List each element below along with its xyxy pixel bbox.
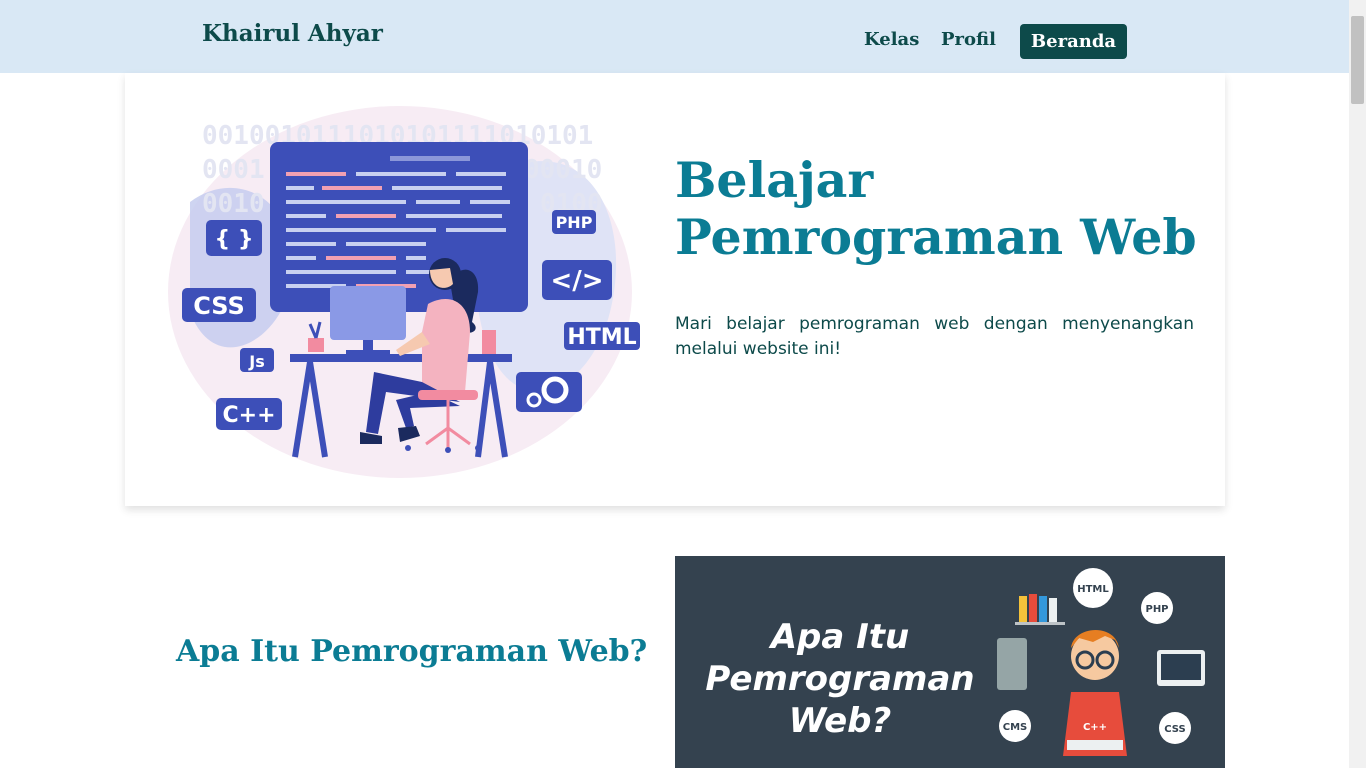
svg-text:Js: Js: [248, 352, 264, 371]
programmer-illustration: 0010010111010101111010101 0001 00010 001…: [168, 106, 640, 478]
programmer-character: C++: [1063, 629, 1127, 756]
svg-text:Pemrograman: Pemrograman: [705, 659, 974, 699]
svg-text:{ }: { }: [215, 227, 254, 252]
section-title: Apa Itu Pemrograman Web?: [176, 634, 648, 669]
svg-text:CMS: CMS: [1003, 722, 1028, 733]
scrollbar-thumb[interactable]: [1351, 16, 1364, 104]
nav-button-beranda[interactable]: Beranda: [1020, 24, 1127, 59]
binary-line-2: 0001: [202, 155, 265, 185]
monitor-icon: [330, 286, 406, 340]
svg-text:C++: C++: [1083, 722, 1107, 733]
svg-text:Web?: Web?: [789, 701, 891, 741]
svg-text:CSS: CSS: [193, 292, 245, 320]
svg-text:CSS: CSS: [1164, 724, 1185, 735]
svg-text:HTML: HTML: [567, 325, 636, 350]
hero-description: Mari belajar pemrograman web dengan meny…: [675, 314, 1194, 359]
svg-text:</>: </>: [550, 266, 603, 296]
navbar: Khairul Ahyar Kelas Profil Beranda: [0, 0, 1349, 73]
svg-text:PHP: PHP: [1145, 604, 1168, 615]
binary-line-3: 00010: [524, 155, 602, 185]
plant-pot: [308, 338, 324, 352]
svg-text:HTML: HTML: [1077, 584, 1109, 595]
nav-link-kelas[interactable]: Kelas: [864, 29, 919, 50]
section-image: Apa Itu Pemrograman Web? HTML PHP CMS CS…: [675, 556, 1225, 768]
svg-text:C++: C++: [222, 403, 275, 428]
svg-text:PHP: PHP: [556, 213, 593, 232]
binary-line-4: 0010: [202, 189, 265, 219]
hero-title: Belajar Pemrograman Web: [675, 151, 1197, 266]
brand-logo-text[interactable]: Khairul Ahyar: [202, 20, 383, 47]
nav-link-profil[interactable]: Profil: [941, 29, 996, 50]
svg-text:Apa Itu: Apa Itu: [768, 617, 910, 657]
coffee-cup: [482, 330, 496, 354]
page-scrollbar[interactable]: [1349, 0, 1366, 768]
server-icon: [997, 638, 1027, 690]
